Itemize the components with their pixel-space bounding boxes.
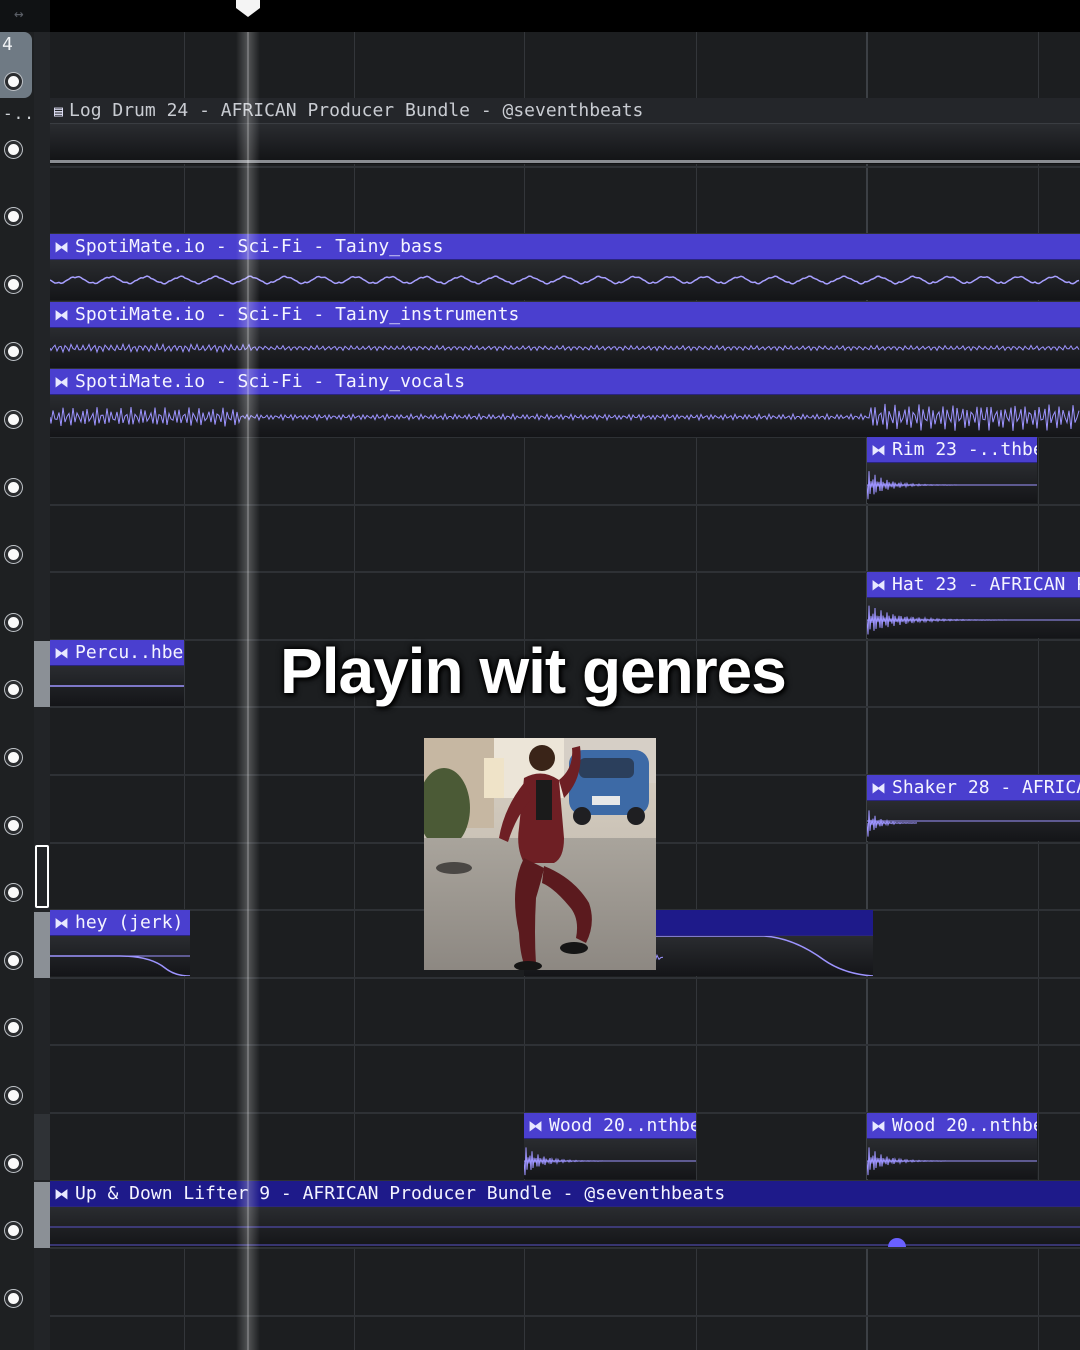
waveform-vocals bbox=[50, 403, 1080, 431]
clip-body bbox=[50, 124, 1080, 164]
track-mute-toggle[interactable] bbox=[5, 343, 22, 360]
clip-title: ⧓Wood 20..nthbeats bbox=[528, 1115, 696, 1136]
waveform-lifter bbox=[50, 1226, 1080, 1247]
grid-track-line bbox=[50, 1247, 1080, 1249]
clip-hey[interactable]: ⧓ hey (jerk) bbox=[50, 910, 190, 976]
track-mute-toggle[interactable] bbox=[5, 73, 22, 90]
waveform-rim bbox=[867, 471, 1037, 500]
track-tab-hey[interactable] bbox=[34, 912, 50, 978]
pattern-line bbox=[50, 160, 1080, 163]
clip-vocals[interactable]: ⧓ SpotiMate.io - Sci-Fi - Tainy_vocals bbox=[50, 369, 1080, 437]
track-mute-toggle[interactable] bbox=[5, 817, 22, 834]
clip-title: ⧓ SpotiMate.io - Sci-Fi - Tainy_instrumen… bbox=[54, 304, 520, 325]
audio-clip-icon: ⧓ bbox=[54, 306, 69, 324]
clip-title: ⧓Wood 20..nthbeats bbox=[871, 1115, 1037, 1136]
playhead-marker-icon[interactable] bbox=[234, 0, 262, 18]
audio-clip-icon: ⧓ bbox=[54, 644, 69, 662]
track-tab-lifter[interactable] bbox=[34, 1182, 50, 1248]
track-mute-toggle[interactable] bbox=[5, 1087, 22, 1104]
track-number: 4 bbox=[2, 34, 13, 55]
clip-title: ⧓Rim 23 -..thbeats bbox=[871, 439, 1037, 460]
track-mute-toggle[interactable] bbox=[5, 1019, 22, 1036]
timeline-ruler[interactable]: ↔ bbox=[0, 0, 1080, 32]
playhead-line[interactable] bbox=[236, 32, 260, 1350]
clip-title: ⧓Shaker 28 - AFRICA..le - bbox=[871, 777, 1080, 798]
clip-wood-a[interactable]: ⧓Wood 20..nthbeats bbox=[524, 1113, 696, 1179]
clip-bass[interactable]: ⧓ SpotiMate.io - Sci-Fi - Tainy_bass bbox=[50, 234, 1080, 300]
clip-hat[interactable]: ⧓Hat 23 - AFRICAN Pro bbox=[867, 572, 1080, 638]
dancing-man-image bbox=[424, 738, 656, 970]
audio-clip-icon: ⧓ bbox=[54, 238, 69, 256]
track-tab-percussion[interactable] bbox=[34, 641, 50, 707]
track-mute-toggle[interactable] bbox=[5, 141, 22, 158]
resize-arrows-icon[interactable]: ↔ bbox=[14, 4, 24, 23]
grid-track-line bbox=[50, 1044, 1080, 1046]
clip-wood-b[interactable]: ⧓Wood 20..nthbeats bbox=[867, 1113, 1037, 1179]
track-mute-toggle[interactable] bbox=[5, 479, 22, 496]
track-mute-toggle[interactable] bbox=[5, 614, 22, 631]
track-mute-toggle[interactable] bbox=[5, 546, 22, 563]
track-mute-toggle[interactable] bbox=[5, 952, 22, 969]
clip-title: ▤ Log Drum 24 - AFRICAN Producer Bundle -… bbox=[54, 100, 644, 121]
clip-title: ⧓ hey (jerk) bbox=[54, 912, 184, 933]
clip-lifter[interactable]: ⧓ Up & Down Lifter 9 - AFRICAN Producer B… bbox=[50, 1181, 1080, 1247]
clip-percussion[interactable]: ⧓Percu..hbeats bbox=[50, 640, 184, 706]
track-tab-wood[interactable] bbox=[34, 1114, 50, 1180]
grid-track-line bbox=[50, 977, 1080, 979]
audio-clip-icon: ⧓ bbox=[871, 779, 886, 797]
grid-track-line bbox=[50, 1315, 1080, 1317]
grid-track-line bbox=[50, 166, 1080, 168]
clip-title: ⧓Hat 23 - AFRICAN Pro bbox=[871, 574, 1080, 595]
audio-clip-icon: ⧓ bbox=[871, 441, 886, 459]
grid-track-line bbox=[50, 504, 1080, 506]
audio-clip-icon: ⧓ bbox=[54, 373, 69, 391]
ruler-corner: ↔ bbox=[0, 0, 50, 32]
selected-track-outline[interactable] bbox=[35, 845, 49, 908]
audio-clip-icon: ⧓ bbox=[871, 1117, 886, 1135]
track-mute-toggle[interactable] bbox=[5, 208, 22, 225]
pattern-clip-icon: ▤ bbox=[54, 102, 64, 120]
video-caption: Playin wit genres bbox=[280, 635, 787, 707]
waveform-instruments bbox=[50, 342, 1080, 354]
waveform-percussion bbox=[50, 685, 184, 687]
grid-beat-line bbox=[184, 32, 185, 1350]
waveform-wood-b bbox=[867, 1147, 1037, 1176]
clip-rim[interactable]: ⧓Rim 23 -..thbeats bbox=[867, 437, 1037, 503]
waveform-hey bbox=[50, 955, 190, 976]
clip-shaker[interactable]: ⧓Shaker 28 - AFRICA..le - bbox=[867, 775, 1080, 841]
clip-instruments[interactable]: ⧓ SpotiMate.io - Sci-Fi - Tainy_instrumen… bbox=[50, 302, 1080, 368]
waveform-bass bbox=[50, 275, 1080, 285]
waveform-hat bbox=[867, 605, 1080, 635]
audio-clip-icon: ⧓ bbox=[871, 576, 886, 594]
track-mute-toggle[interactable] bbox=[5, 884, 22, 901]
audio-clip-icon: ⧓ bbox=[528, 1117, 543, 1135]
track-mute-toggle[interactable] bbox=[5, 1290, 22, 1307]
track-mute-toggle[interactable] bbox=[5, 749, 22, 766]
waveform-shaker bbox=[867, 810, 1080, 837]
track-mute-toggle[interactable] bbox=[5, 1222, 22, 1239]
track-mute-toggle[interactable] bbox=[5, 681, 22, 698]
track-mute-toggle[interactable] bbox=[5, 411, 22, 428]
track-mute-toggle[interactable] bbox=[5, 1155, 22, 1172]
clip-title: ⧓ Up & Down Lifter 9 - AFRICAN Producer B… bbox=[54, 1183, 726, 1204]
audio-clip-icon: ⧓ bbox=[54, 1185, 69, 1203]
collapsed-track-label: -.. bbox=[3, 104, 35, 123]
grid-beat-line bbox=[1038, 32, 1039, 1350]
waveform-wood-a bbox=[524, 1147, 696, 1176]
audio-clip-icon: ⧓ bbox=[54, 914, 69, 932]
track-mute-toggle[interactable] bbox=[5, 276, 22, 293]
clip-title: ⧓Percu..hbeats bbox=[54, 642, 184, 663]
clip-log-drum[interactable]: ▤ Log Drum 24 - AFRICAN Producer Bundle -… bbox=[50, 98, 1080, 164]
